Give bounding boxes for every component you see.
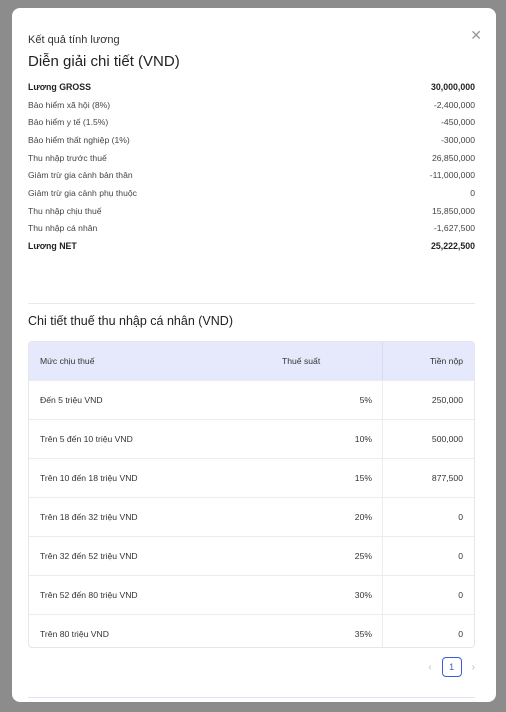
table-row: Trên 32 đến 52 triệu VND 25% 0 [29,536,474,575]
breakdown-row: Bảo hiểm thất nghiệp (1%) -300,000 [28,131,475,149]
table-row: Trên 80 triệu VND 35% 0 [29,614,474,647]
breakdown-label: Thu nhập trước thuế [28,152,107,163]
rate-cell: 10% [270,420,383,458]
amount-cell: 0 [458,512,463,522]
breakdown-value: -11,000,000 [429,170,475,181]
breakdown-row: Giảm trừ gia cảnh bản thân -11,000,000 [28,166,475,184]
amount-cell: 0 [458,590,463,600]
breakdown-row: Lương GROSS 30,000,000 [28,78,475,96]
breakdown-value: 15,850,000 [431,205,475,216]
column-header-bracket: Mức chịu thuế [40,356,95,366]
rate-cell: 5% [270,381,383,419]
table-row: Trên 18 đến 32 triệu VND 20% 0 [29,497,474,536]
salary-result-modal: Kết quả tính lương ✕ Diễn giải chi tiết … [12,8,496,702]
table-row: Đến 5 triệu VND 5% 250,000 [29,380,474,419]
rate-cell: 35% [270,615,383,647]
footer-divider [28,697,475,698]
modal-header-label: Kết quả tính lương [28,34,120,46]
breakdown-row: Giảm trừ gia cảnh phụ thuộc 0 [28,184,475,202]
table-row: Trên 5 đến 10 triệu VND 10% 500,000 [29,419,474,458]
rate-cell: 30% [270,576,383,614]
bracket-cell: Trên 52 đến 80 triệu VND [40,590,138,600]
breakdown-label: Thu nhập chịu thuế [28,205,102,216]
breakdown-value: -300,000 [441,134,475,145]
bracket-cell: Trên 80 triệu VND [40,629,109,639]
breakdown-value: -1,627,500 [433,223,475,234]
breakdown-label: Thu nhập cá nhân [28,223,98,234]
breakdown-value: 25,222,500 [430,241,475,252]
amount-cell: 0 [458,551,463,561]
column-header-rate: Thuế suất [270,342,383,380]
rate-cell: 15% [270,459,383,497]
tax-table: Mức chịu thuế Thuế suất Tiền nộp Đến 5 t… [28,341,475,648]
close-icon[interactable]: ✕ [470,28,482,42]
rate-cell: 20% [270,498,383,536]
breakdown-value: -450,000 [441,117,475,128]
breakdown-label: Bảo hiểm thất nghiệp (1%) [28,134,130,145]
breakdown-row: Thu nhập chịu thuế 15,850,000 [28,202,475,220]
breakdown-title: Diễn giải chi tiết (VND) [28,53,180,70]
table-header-row: Mức chịu thuế Thuế suất Tiền nộp [29,342,474,380]
bracket-cell: Trên 32 đến 52 triệu VND [40,551,138,561]
amount-cell: 250,000 [431,395,463,405]
breakdown-label: Giảm trừ gia cảnh bản thân [28,170,133,181]
rate-cell: 25% [270,537,383,575]
breakdown-value: 26,850,000 [431,152,475,163]
breakdown-value: 30,000,000 [430,81,475,92]
breakdown-value: -2,400,000 [433,99,475,110]
breakdown-row: Thu nhập trước thuế 26,850,000 [28,149,475,167]
tax-detail-title: Chi tiết thuế thu nhập cá nhân (VND) [28,314,233,328]
amount-cell: 500,000 [431,434,463,444]
bracket-cell: Đến 5 triệu VND [40,395,103,405]
breakdown-label: Bảo hiểm y tế (1.5%) [28,117,109,128]
breakdown-row: Thu nhập cá nhân -1,627,500 [28,220,475,238]
section-divider [28,303,475,304]
breakdown-label: Lương GROSS [28,81,91,92]
pagination: ‹ 1 › [428,657,475,677]
breakdown-list: Lương GROSS 30,000,000 Bảo hiểm xã hội (… [28,78,475,255]
amount-cell: 0 [458,629,463,639]
breakdown-value: 0 [470,187,475,198]
breakdown-row: Bảo hiểm y tế (1.5%) -450,000 [28,113,475,131]
amount-cell: 877,500 [431,473,463,483]
breakdown-label: Lương NET [28,241,77,252]
breakdown-row: Lương NET 25,222,500 [28,237,475,255]
breakdown-label: Giảm trừ gia cảnh phụ thuộc [28,187,137,198]
bracket-cell: Trên 18 đến 32 triệu VND [40,512,138,522]
breakdown-label: Bảo hiểm xã hội (8%) [28,99,111,110]
table-row: Trên 52 đến 80 triệu VND 30% 0 [29,575,474,614]
breakdown-row: Bảo hiểm xã hội (8%) -2,400,000 [28,96,475,114]
bracket-cell: Trên 10 đến 18 triệu VND [40,473,138,483]
table-row: Trên 10 đến 18 triệu VND 15% 877,500 [29,458,474,497]
column-header-amount: Tiền nộp [429,356,463,366]
bracket-cell: Trên 5 đến 10 triệu VND [40,434,133,444]
chevron-right-icon[interactable]: › [472,662,475,673]
page-1-button[interactable]: 1 [441,657,462,677]
chevron-left-icon[interactable]: ‹ [428,662,431,673]
